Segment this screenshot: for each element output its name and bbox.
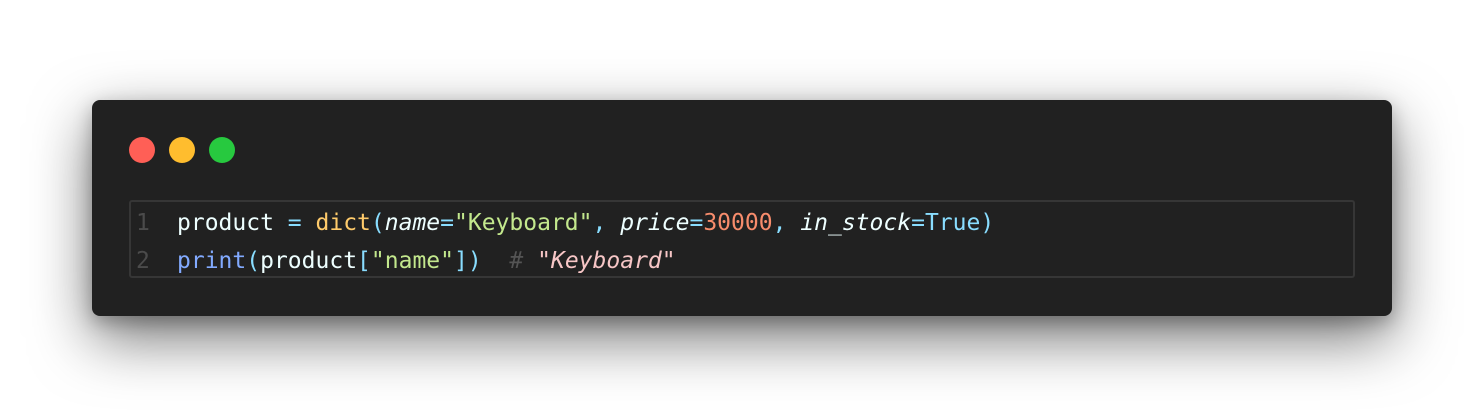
code-token: True [924,210,981,236]
code-token: product [177,210,274,236]
code-token: [ [357,248,371,274]
code-token: # [509,248,524,274]
line-number: 1 [136,210,150,236]
maximize-dot-icon[interactable] [209,137,235,163]
minimize-dot-icon[interactable] [169,137,195,163]
code-token: = [440,210,455,236]
code-token: dict [315,210,371,236]
code-token: = [689,210,704,236]
code-token: 30000 [703,210,773,236]
code-token: ) [980,210,995,236]
code-token: = [911,210,925,236]
code-token: price [620,210,690,236]
code-token: ( [370,210,385,236]
code-token: ( [246,248,261,274]
close-dot-icon[interactable] [129,137,155,163]
code-token: "Keyboard" [537,248,676,274]
code-window: 1 product = dict(name="Keyboard", price=… [92,100,1392,316]
code-token: ] [454,248,468,274]
code-token: print [177,248,247,274]
code-token: , [592,210,607,236]
code-line: 1 product = dict(name="Keyboard", price=… [131,204,1353,242]
line-number: 2 [136,248,150,274]
line-source: print(product["name"]) # "Keyboard" [177,248,676,274]
code-token: = [287,210,302,236]
code-token: product [260,248,358,274]
code-token: name [384,210,441,236]
code-token: "name" [370,248,454,274]
code-token: ) [467,248,482,274]
code-editor[interactable]: 1 product = dict(name="Keyboard", price=… [129,200,1355,278]
code-token: in_stock [800,210,912,236]
code-token: , [772,210,787,236]
line-source: product = dict(name="Keyboard", price=30… [177,210,994,236]
traffic-lights [129,137,235,163]
code-line: 2 print(product["name"]) # "Keyboard" [131,242,1353,280]
code-token: "Keyboard" [454,210,593,236]
